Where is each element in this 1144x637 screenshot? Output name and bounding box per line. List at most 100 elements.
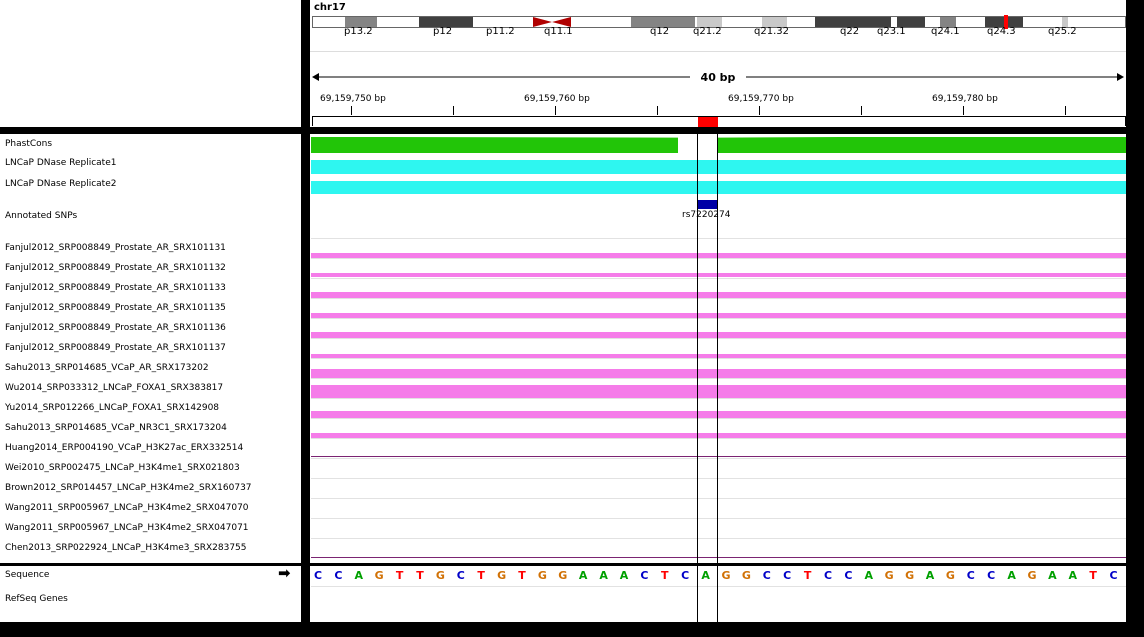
chip-signal[interactable] <box>311 313 1126 318</box>
sequence-base: G <box>945 569 955 582</box>
phastcons-signal[interactable] <box>311 137 678 153</box>
chip-signal[interactable] <box>311 253 1126 258</box>
track-separator <box>311 318 1126 319</box>
track-name-phastcons[interactable]: PhastCons <box>5 139 52 149</box>
sequence-base: G <box>741 569 751 582</box>
ruler-tick <box>555 106 556 115</box>
band-label: q24.3 <box>987 26 1016 37</box>
sequence-base: C <box>456 569 465 582</box>
track-name-chip[interactable]: Yu2014_SRP012266_LNCaP_FOXA1_SRX142908 <box>5 403 219 413</box>
sequence-base: G <box>435 569 445 582</box>
ruler-tick-label: 69,159,760 bp <box>524 94 590 104</box>
sequence-base: T <box>395 569 404 582</box>
track-name-chip[interactable]: Wang2011_SRP005967_LNCaP_H3K4me2_SRX0470… <box>5 503 249 513</box>
band-label: q25.2 <box>1048 26 1077 37</box>
sequence-base: C <box>844 569 853 582</box>
snp-feature[interactable] <box>698 200 717 209</box>
ruler-tick <box>861 106 862 115</box>
track-separator <box>311 498 1126 499</box>
track-separator <box>311 358 1126 359</box>
sequence-base: G <box>1027 569 1037 582</box>
chip-signal[interactable] <box>311 433 1126 438</box>
ruler-tick <box>759 106 760 115</box>
phastcons-signal[interactable] <box>718 137 1126 153</box>
span-label: 40 bp <box>700 71 736 84</box>
sequence-base: A <box>1068 569 1078 582</box>
track-name-chip[interactable]: Wei2010_SRP002475_LNCaP_H3K4me1_SRX02180… <box>5 463 240 473</box>
track-name-chip[interactable]: Fanjul2012_SRP008849_Prostate_AR_SRX1011… <box>5 283 226 293</box>
strand-arrow-icon[interactable]: ➡ <box>278 564 291 582</box>
sequence-base: A <box>864 569 874 582</box>
band-label: p11.2 <box>486 26 515 37</box>
band-label: q24.1 <box>931 26 960 37</box>
band-label: p13.2 <box>344 26 373 37</box>
chip-signal[interactable] <box>311 273 1126 277</box>
track-name-chip[interactable]: Fanjul2012_SRP008849_Prostate_AR_SRX1011… <box>5 323 226 333</box>
track-name-chip[interactable]: Sahu2013_SRP014685_VCaP_AR_SRX173202 <box>5 363 209 373</box>
chip-flat-signal[interactable] <box>311 557 1126 558</box>
sequence-base: C <box>1109 569 1118 582</box>
track-separator <box>311 518 1126 519</box>
chip-flat-signal[interactable] <box>311 456 1126 457</box>
track-separator <box>311 238 1126 239</box>
track-name-refseq[interactable]: RefSeq Genes <box>5 594 68 604</box>
band-label: q12 <box>650 26 670 37</box>
band-label: q21.2 <box>693 26 722 37</box>
track-name-chip[interactable]: Fanjul2012_SRP008849_Prostate_AR_SRX1011… <box>5 303 226 313</box>
track-name-chip[interactable]: Sahu2013_SRP014685_VCaP_NR3C1_SRX173204 <box>5 423 227 433</box>
ruler-tick <box>453 106 454 115</box>
roi-guide-left <box>697 134 698 622</box>
track-name-chip[interactable]: Brown2012_SRP014457_LNCaP_H3K4me2_SRX160… <box>5 483 252 493</box>
chip-signal[interactable] <box>311 411 1126 418</box>
sequence-base: T <box>803 569 812 582</box>
band-label: q23.1 <box>877 26 906 37</box>
sequence-base: C <box>313 569 323 582</box>
chip-signal[interactable] <box>311 369 1126 378</box>
track-name-chip[interactable]: Fanjul2012_SRP008849_Prostate_AR_SRX1011… <box>5 243 226 253</box>
track-name-chip[interactable]: Wu2014_SRP033312_LNCaP_FOXA1_SRX383817 <box>5 383 223 393</box>
track-name-dnase-rep1[interactable]: LNCaP DNase Replicate1 <box>5 158 116 168</box>
sequence-base: G <box>374 569 384 582</box>
track-separator <box>311 258 1126 259</box>
track-name-chip[interactable]: Wang2011_SRP005967_LNCaP_H3K4me2_SRX0470… <box>5 523 249 533</box>
sequence-base: T <box>416 569 424 582</box>
sequence-base: G <box>497 569 507 582</box>
header-name-panel <box>0 0 301 127</box>
dnase-rep1-signal[interactable] <box>311 160 1126 174</box>
sequence-base: G <box>884 569 894 582</box>
chip-signal[interactable] <box>311 292 1126 298</box>
sequence-base: A <box>1048 569 1057 582</box>
dnase-rep2-signal[interactable] <box>311 181 1126 194</box>
band-label: p12 <box>433 26 453 37</box>
track-separator <box>311 418 1126 419</box>
band-label: q21.32 <box>754 26 789 37</box>
roi-guide-right <box>717 134 718 622</box>
track-separator <box>311 338 1126 339</box>
sequence-base: T <box>661 569 669 582</box>
sequence-base: T <box>518 569 526 582</box>
sequence-base: G <box>721 569 731 582</box>
sequence-base: C <box>681 569 690 582</box>
track-name-chip[interactable]: Fanjul2012_SRP008849_Prostate_AR_SRX1011… <box>5 343 226 353</box>
chip-signal[interactable] <box>311 354 1126 358</box>
track-name-dnase-rep2[interactable]: LNCaP DNase Replicate2 <box>5 179 116 189</box>
chip-signal[interactable] <box>311 385 1126 398</box>
track-name-chip[interactable]: Chen2013_SRP022924_LNCaP_H3K4me3_SRX2837… <box>5 543 247 553</box>
track-separator <box>311 378 1126 379</box>
ruler-tick-label: 69,159,750 bp <box>320 94 386 104</box>
sequence-base: C <box>762 569 771 582</box>
track-separator <box>311 478 1126 479</box>
track-separator <box>311 398 1126 399</box>
sequence-base: A <box>578 569 588 582</box>
track-name-chip[interactable]: Fanjul2012_SRP008849_Prostate_AR_SRX1011… <box>5 263 226 273</box>
header-data-panel: chr17 p13.2 p12 p11.2 q11.1 q12 q21.2 q2… <box>310 0 1126 127</box>
sequence-base: T <box>477 569 485 582</box>
track-name-snps[interactable]: Annotated SNPs <box>5 211 77 221</box>
region-of-interest-marker[interactable] <box>698 117 718 127</box>
sequence-base: A <box>1007 569 1016 582</box>
chip-signal[interactable] <box>311 332 1126 338</box>
track-separator <box>311 538 1126 539</box>
track-name-chip[interactable]: Huang2014_ERP004190_VCaP_H3K27ac_ERX3325… <box>5 443 243 453</box>
sequence-base: G <box>558 569 568 582</box>
track-name-sequence[interactable]: Sequence <box>5 570 49 580</box>
